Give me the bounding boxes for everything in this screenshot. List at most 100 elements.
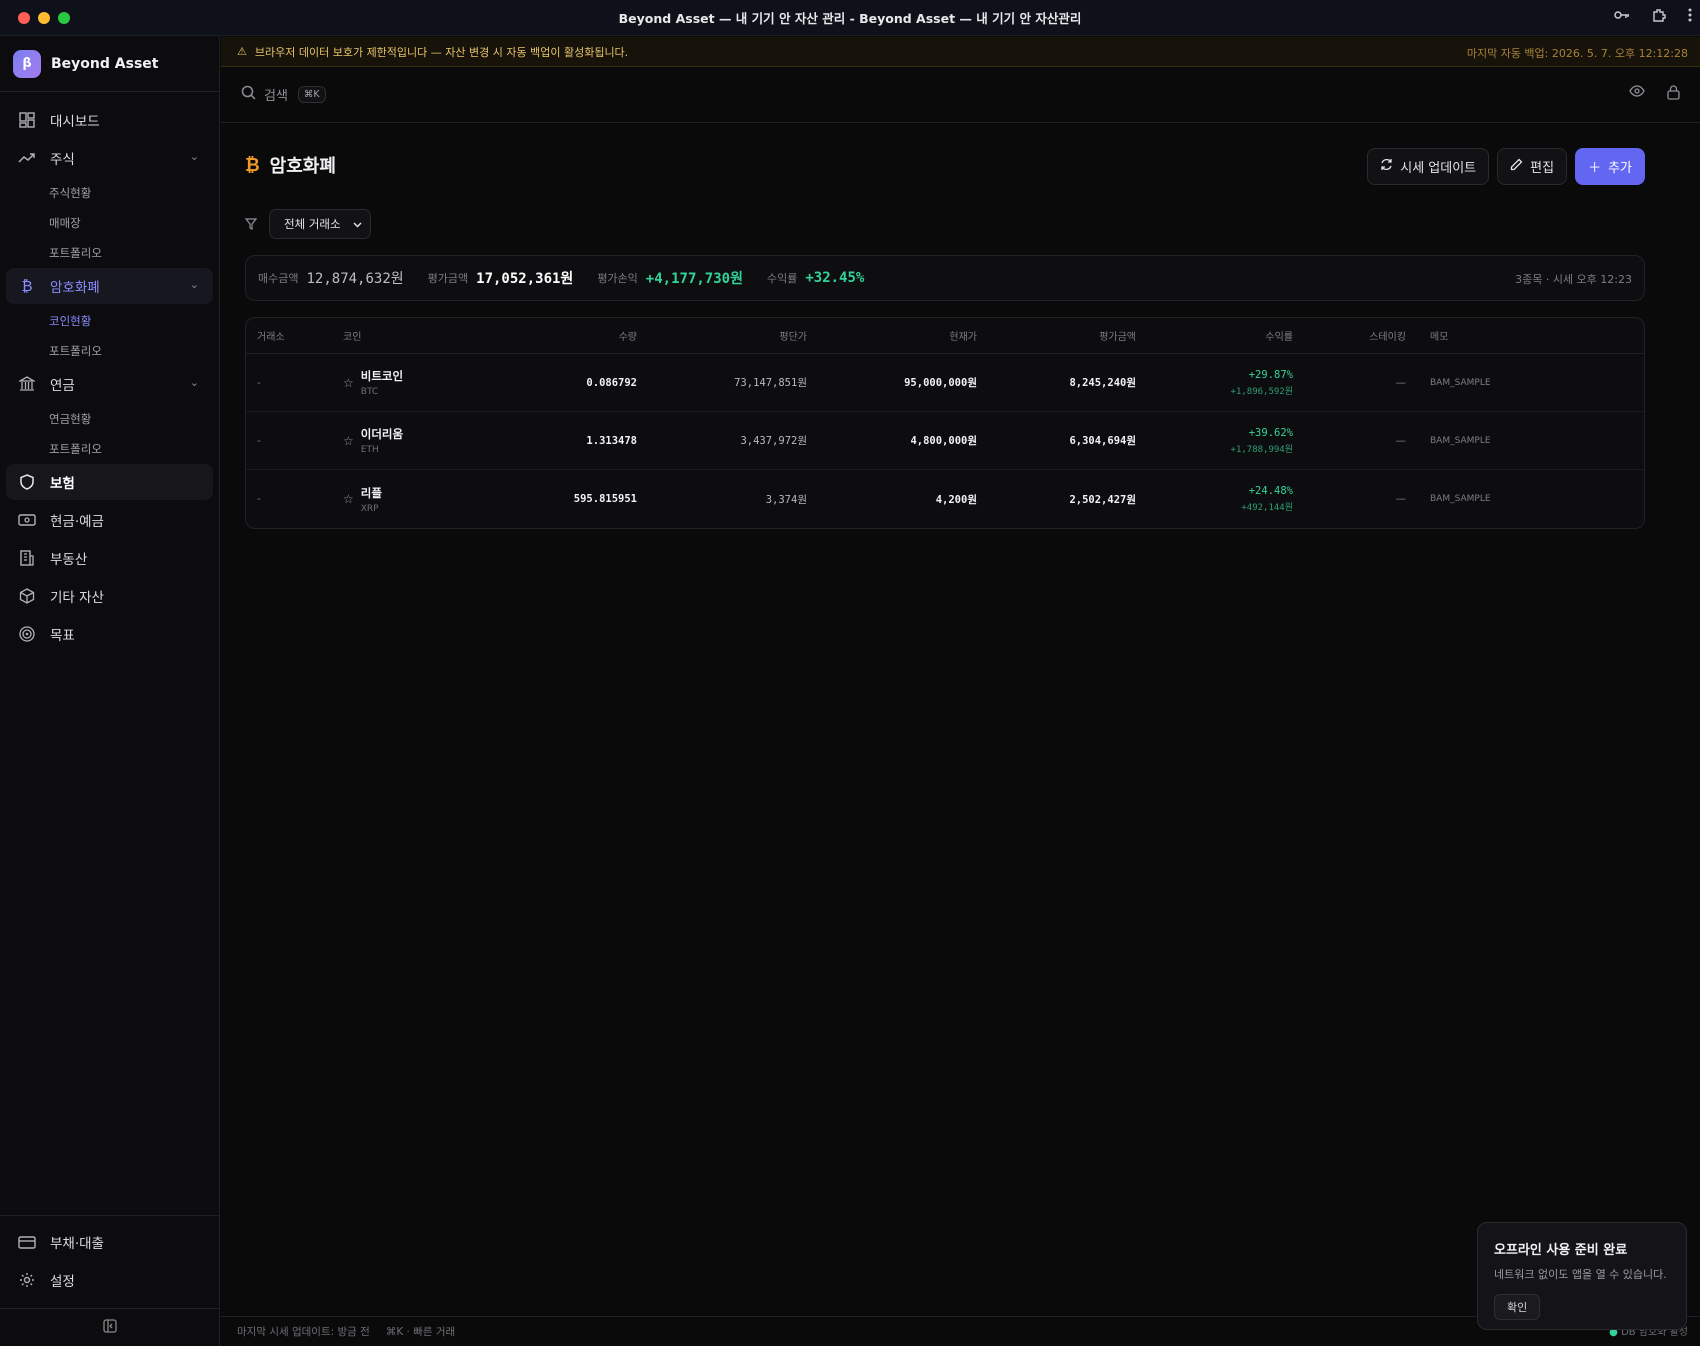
key-icon[interactable] — [1614, 9, 1630, 25]
search-icon[interactable] — [241, 85, 256, 104]
add-label: 추가 — [1608, 161, 1632, 176]
coin-cell: ☆ 이더리움 ETH — [343, 426, 493, 455]
sidebar-subitem-trade-log[interactable]: 매매장 — [6, 208, 213, 238]
title-bar: Beyond Asset — 내 기기 안 자산 관리 - Beyond Ass… — [0, 0, 1700, 36]
sidebar-toggle-icon — [102, 1318, 117, 1337]
maximize-window-button[interactable] — [58, 12, 70, 24]
eye-icon[interactable] — [1629, 85, 1645, 104]
sidebar-item-settings[interactable]: 설정 — [6, 1262, 213, 1298]
exchange-filter-value: 전체 거래소 — [284, 217, 341, 231]
target-icon — [18, 625, 36, 643]
current-price-cell: 95,000,000원 — [904, 377, 977, 389]
edit-button[interactable]: 편집 — [1497, 148, 1568, 185]
col-memo[interactable]: 메모 — [1406, 328, 1626, 343]
sidebar-subitem-coin-status[interactable]: 코인현황 — [6, 306, 213, 336]
return-cell: +24.48% +492,144원 — [1136, 485, 1293, 513]
coin-name: 비트코인 — [360, 369, 404, 383]
star-icon[interactable]: ☆ — [343, 434, 354, 448]
return-label: 수익률 — [766, 272, 798, 285]
offline-ready-toast: 오프라인 사용 준비 완료 네트워크 없이도 앱을 열 수 있습니다. 확인 — [1477, 1222, 1687, 1330]
toast-confirm-button[interactable]: 확인 — [1494, 1294, 1541, 1320]
col-avg-price[interactable]: 평단가 — [637, 328, 807, 343]
coin-cell: ☆ 비트코인 BTC — [343, 368, 493, 397]
warning-icon: ⚠ — [237, 45, 247, 58]
return-amount: +1,788,994원 — [1230, 444, 1293, 455]
coin-symbol: XRP — [360, 503, 379, 514]
search-input[interactable]: 검색 — [264, 85, 288, 104]
sidebar-subitem-pension-portfolio[interactable]: 포트폴리오 — [6, 434, 213, 464]
staking-cell: — — [1395, 376, 1407, 389]
table-row[interactable]: - ☆ 이더리움 ETH 1.313478 3,437,972원 4,800,0… — [246, 412, 1644, 470]
sidebar-item-label: 암호화폐 — [50, 280, 100, 296]
sidebar-item-debt[interactable]: 부채·대출 — [6, 1224, 213, 1260]
sidebar-item-label: 주식 — [50, 152, 75, 168]
table-row[interactable]: - ☆ 리플 XRP 595.815951 3,374원 4,200원 2,50… — [246, 470, 1644, 528]
page-actions: 시세 업데이트 편집 ＋ 추가 — [1367, 148, 1645, 185]
return-amount: +492,144원 — [1241, 503, 1293, 513]
return-cell: +39.62% +1,788,994원 — [1136, 427, 1293, 455]
col-return[interactable]: 수익률 — [1136, 328, 1293, 343]
sidebar-subitem-pension-status[interactable]: 연금현황 — [6, 404, 213, 434]
sidebar-item-label: 부동산 — [50, 552, 88, 568]
close-window-button[interactable] — [18, 12, 30, 24]
table-row[interactable]: - ☆ 비트코인 BTC 0.086792 73,147,851원 95,000… — [246, 354, 1644, 412]
col-current-price[interactable]: 현재가 — [807, 328, 977, 343]
collapse-sidebar-button[interactable] — [0, 1308, 219, 1346]
exchange-filter-select[interactable]: 전체 거래소 — [269, 209, 371, 239]
star-icon[interactable]: ☆ — [343, 492, 354, 506]
sidebar-item-insurance[interactable]: 보험 — [6, 464, 213, 500]
col-qty[interactable]: 수량 — [493, 328, 637, 343]
add-button[interactable]: ＋ 추가 — [1575, 148, 1645, 185]
sidebar-bottom: 부채·대출 설정 — [0, 1215, 219, 1308]
sidebar-item-cash[interactable]: 현금·예금 — [6, 502, 213, 538]
brand[interactable]: β Beyond Asset — [0, 36, 219, 92]
sidebar-item-realestate[interactable]: 부동산 — [6, 540, 213, 576]
plus-icon: ＋ — [1588, 161, 1602, 176]
pencil-icon — [1510, 158, 1523, 175]
sidebar-item-pension[interactable]: 연금 ⌄ — [6, 366, 213, 402]
current-price-cell: 4,200원 — [935, 493, 977, 506]
bitcoin-icon: ₿ — [245, 154, 260, 176]
top-bar: 검색 ⌘K — [221, 67, 1700, 123]
main-content: ₿ 암호화폐 시세 업데이트 편집 ＋ 추가 전체 거래소 매수금액 12,87… — [244, 123, 1645, 529]
memo-cell: BAM_SAMPLE — [1430, 377, 1491, 388]
sidebar-subitem-stock-portfolio[interactable]: 포트폴리오 — [6, 238, 213, 268]
star-icon[interactable]: ☆ — [343, 376, 354, 390]
qty-cell: 595.815951 — [573, 493, 637, 505]
gear-icon — [18, 1271, 36, 1289]
dashboard-icon — [18, 111, 36, 129]
sidebar-nav: 대시보드 주식 ⌄ 주식현황 매매장 포트폴리오 ₿ 암호화폐 ⌄ 코인현황 포… — [0, 92, 219, 664]
col-staking[interactable]: 스테이킹 — [1293, 328, 1406, 343]
return-percent: +29.87% — [1248, 368, 1293, 381]
sidebar-item-goal[interactable]: 목표 — [6, 616, 213, 652]
trending-up-icon — [18, 149, 36, 167]
update-prices-button[interactable]: 시세 업데이트 — [1367, 148, 1490, 185]
col-coin[interactable]: 코인 — [343, 328, 493, 343]
page-title: 암호화폐 — [269, 156, 336, 177]
coin-symbol: ETH — [360, 445, 379, 455]
table-header: 거래소 코인 수량 평단가 현재가 평가금액 수익률 스테이킹 메모 — [246, 318, 1644, 354]
chevron-down-icon: ⌄ — [189, 376, 199, 389]
edit-label: 편집 — [1530, 161, 1555, 176]
lock-icon[interactable] — [1667, 85, 1680, 104]
sidebar-item-label: 대시보드 — [50, 114, 100, 130]
sidebar-item-other-assets[interactable]: 기타 자산 — [6, 578, 213, 614]
sidebar-item-label: 현금·예금 — [50, 514, 104, 530]
sidebar-item-stocks[interactable]: 주식 ⌄ — [6, 140, 213, 176]
minimize-window-button[interactable] — [38, 12, 50, 24]
building-icon — [18, 549, 36, 567]
package-icon — [18, 587, 36, 605]
last-price-update: 마지막 시세 업데이트: 방금 전 — [237, 1326, 370, 1338]
sidebar-subitem-crypto-portfolio[interactable]: 포트폴리오 — [6, 336, 213, 366]
col-exchange[interactable]: 거래소 — [246, 328, 343, 343]
coin-cell: ☆ 리플 XRP — [343, 485, 493, 514]
sidebar-subitem-stock-status[interactable]: 주식현황 — [6, 178, 213, 208]
shield-icon — [18, 473, 36, 491]
extensions-icon[interactable] — [1652, 8, 1666, 26]
more-menu-icon[interactable] — [1688, 8, 1692, 26]
quick-trade-shortcut[interactable]: ⌘K · 빠른 거래 — [386, 1324, 455, 1339]
sidebar-item-crypto[interactable]: ₿ 암호화폐 ⌄ — [6, 268, 213, 304]
sidebar-item-dashboard[interactable]: 대시보드 — [6, 102, 213, 138]
col-eval-amount[interactable]: 평가금액 — [977, 328, 1136, 343]
eval-amount-cell: 2,502,427원 — [1069, 493, 1136, 506]
